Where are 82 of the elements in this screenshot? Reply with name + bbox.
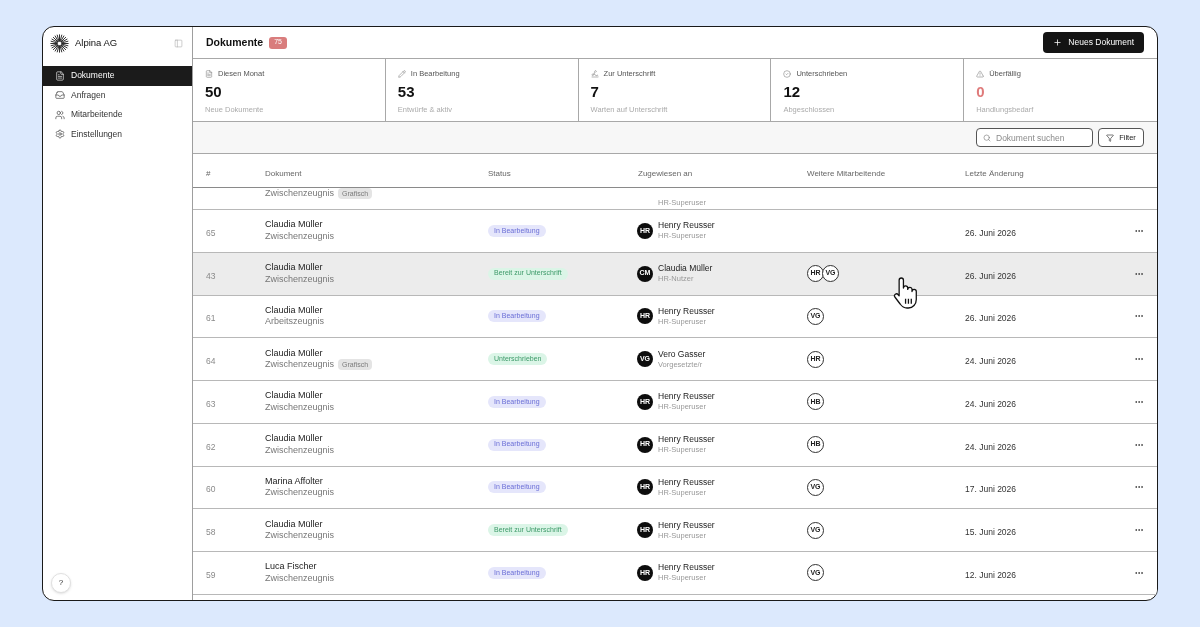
document-icon <box>205 69 213 78</box>
filter-icon <box>1106 133 1115 142</box>
row-number: 59 <box>206 569 216 580</box>
modified-date: 26. Juni 2026 <box>965 313 1017 324</box>
pencil-icon <box>397 69 406 78</box>
assignee-name: Henry Reusser <box>658 434 715 446</box>
row-number: 64 <box>206 356 216 367</box>
help-button[interactable]: ? <box>51 573 71 593</box>
row-number: 61 <box>206 313 216 324</box>
starburst-logo-icon <box>50 33 69 53</box>
modified-date: 24. Juni 2026 <box>965 356 1017 367</box>
column-header: Dokument <box>265 168 302 178</box>
employee-name: Luca Fischer <box>265 561 317 573</box>
hand-cursor-icon <box>893 277 919 309</box>
warning-icon <box>976 69 985 78</box>
document-type: Zwischenzeugnis <box>265 572 335 585</box>
modified-date: 17. Juni 2026 <box>965 484 1017 495</box>
document-type: Zwischenzeugnis <box>265 230 335 243</box>
employee-name: Marina Affolter <box>265 475 323 488</box>
stat-value: 7 <box>590 82 600 102</box>
document-type: Zwischenzeugnis <box>265 188 335 200</box>
employee-name: Claudia Müller <box>265 347 323 360</box>
document-type: Zwischenzeugnis <box>265 487 335 499</box>
row-number: 65 <box>206 227 216 238</box>
row-number: 60 <box>206 484 216 495</box>
document-type: Zwischenzeugnis <box>265 401 335 414</box>
employee-name: Claudia Müller <box>265 433 323 445</box>
column-header: Weitere Mitarbeitende <box>807 168 886 178</box>
employee-name: Claudia Müller <box>265 304 323 317</box>
column-header: Zugewiesen an <box>638 168 693 178</box>
inbox-icon <box>55 90 65 101</box>
nav-item[interactable]: Einstellungen <box>43 124 192 144</box>
document-type: Zwischenzeugnis <box>265 444 335 457</box>
column-header: Letzte Änderung <box>965 168 1024 178</box>
stat-value: 50 <box>205 82 223 102</box>
employee-name: Claudia Müller <box>265 518 323 531</box>
row-number: 58 <box>206 527 216 538</box>
stat-value: 0 <box>976 82 986 102</box>
document-icon <box>55 70 65 81</box>
assignee-name: Henry Reusser <box>658 220 715 232</box>
plus-icon <box>1053 38 1063 47</box>
nav-item[interactable]: Anfragen <box>43 85 192 105</box>
page-title: Dokumente <box>206 34 264 50</box>
modified-date: 26. Juni 2026 <box>965 227 1017 238</box>
nav-item[interactable]: Mitarbeitende <box>43 105 192 125</box>
new-document-button[interactable]: Neues Dokument <box>1043 32 1144 53</box>
modified-date: 24. Juni 2026 <box>965 441 1017 452</box>
settings-icon <box>55 129 65 140</box>
document-type: Zwischenzeugnis <box>265 359 335 371</box>
modified-date: 15. Juni 2026 <box>965 527 1017 538</box>
modified-date: 24. Juni 2026 <box>965 398 1017 409</box>
employee-name: Claudia Müller <box>265 262 323 274</box>
check-circle-icon <box>783 69 792 78</box>
column-header: # <box>206 168 211 178</box>
nav-item[interactable]: Dokumente <box>43 66 192 86</box>
search-icon <box>983 134 991 142</box>
column-header: Status <box>488 168 511 178</box>
employee-name: Claudia Müller <box>265 219 323 231</box>
modified-date: 12. Juni 2026 <box>965 569 1017 580</box>
row-number: 43 <box>206 270 216 281</box>
row-number: 63 <box>206 398 216 409</box>
document-type: Zwischenzeugnis <box>265 273 335 286</box>
document-type: Zwischenzeugnis <box>265 530 335 542</box>
assignee-name: Claudia Müller <box>658 263 713 275</box>
assignee-name: Henry Reusser <box>658 391 715 403</box>
signature-icon <box>590 69 599 78</box>
sidebar-toggle-button[interactable] <box>173 38 183 48</box>
stat-value: 12 <box>783 82 802 102</box>
employee-name: Claudia Müller <box>265 390 323 402</box>
document-type: Arbeitszeugnis <box>265 316 325 328</box>
stat-value: 53 <box>397 82 416 102</box>
search-field[interactable]: Dokument suchen <box>976 128 1093 147</box>
assignee-name: Vero Gasser <box>658 348 706 360</box>
assignee-name: Henry Reusser <box>658 476 715 488</box>
assignee-name: Henry Reusser <box>658 562 715 574</box>
sidebar-toggle-icon <box>173 38 183 48</box>
brand-name: Alpina AG <box>75 35 118 50</box>
row-number: 62 <box>206 441 216 452</box>
assignee-name: Henry Reusser <box>658 519 715 531</box>
assignee-name: Henry Reusser <box>658 305 715 317</box>
modified-date: 26. Juni 2026 <box>965 270 1017 281</box>
users-icon <box>55 109 65 120</box>
